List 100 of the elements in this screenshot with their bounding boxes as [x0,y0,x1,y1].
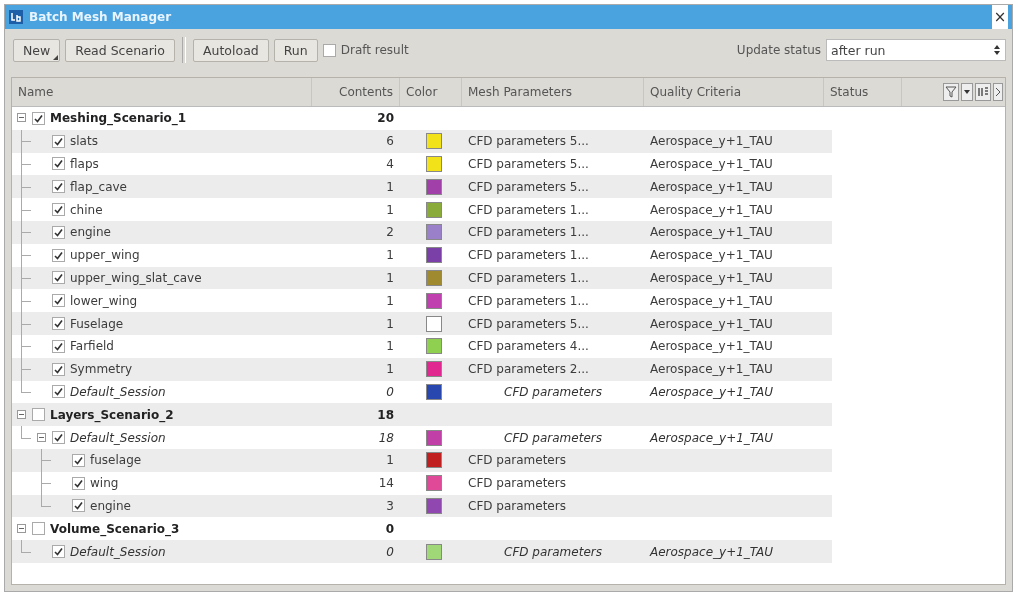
color-swatch[interactable] [426,315,442,332]
quality-criteria: Aerospace_y+1_TAU [650,339,773,354]
item-name[interactable]: lower_wing [70,293,138,308]
dropdown-icon[interactable] [961,83,973,101]
checkbox[interactable] [52,317,65,331]
quality-criteria: Aerospace_y+1_TAU [650,157,773,171]
toolbar-button[interactable]: Autoload [193,38,269,62]
item-name[interactable]: Symmetry [70,362,133,377]
column-header[interactable]: Contents [312,78,400,106]
contents-count: 0 [385,544,395,559]
item-name[interactable]: flaps [70,157,99,171]
item-name[interactable]: Farfield [70,339,114,354]
item-name[interactable]: chine [70,202,103,217]
item-name[interactable]: Meshing_Scenario_1 [50,111,187,126]
color-swatch[interactable] [426,269,442,286]
color-swatch[interactable] [426,429,442,446]
color-swatch[interactable] [426,497,442,514]
item-name[interactable]: upper_wing_slat_cave [70,270,202,285]
draft-result-label: Draft result [340,43,409,57]
item-name[interactable]: Fuselage [70,316,124,331]
checkbox[interactable] [52,157,65,171]
mesh-parameters: CFD parameters [468,476,566,491]
checkbox[interactable] [52,339,65,353]
item-name[interactable]: fuselage [90,453,142,468]
up-down-arrows-icon [993,44,1001,56]
color-swatch[interactable] [426,452,442,469]
collapse-icon[interactable] [17,113,26,123]
checkbox[interactable] [72,453,85,467]
column-header[interactable]: Name [12,78,312,106]
mesh-parameters: CFD parameters 2... [468,362,589,377]
contents-count: 1 [385,248,395,263]
mesh-parameters: CFD parameters 5... [468,134,589,149]
item-name[interactable]: Default_Session [70,384,166,399]
mesh-parameters: CFD parameters [468,453,566,468]
contents-count: 1 [385,270,395,285]
color-swatch[interactable] [426,224,442,241]
checkbox[interactable] [52,431,65,445]
contents-count: 6 [385,134,395,149]
checkbox[interactable] [52,271,65,285]
checkbox[interactable] [52,225,65,239]
color-swatch[interactable] [426,156,442,172]
window-title: Batch Mesh Manager [29,10,173,24]
contents-count: 1 [385,293,395,308]
color-swatch[interactable] [426,543,442,560]
collapse-icon[interactable] [37,432,46,442]
checkbox[interactable] [32,408,45,422]
mesh-parameters: CFD parameters 4... [468,339,589,354]
mesh-parameters: CFD parameters [504,384,602,399]
item-name[interactable]: slats [70,134,98,149]
checkbox[interactable] [72,476,85,490]
item-name[interactable]: Layers_Scenario_2 [50,407,174,422]
color-swatch[interactable] [426,178,442,195]
checkbox[interactable] [52,294,65,308]
checkbox[interactable] [322,43,336,57]
color-swatch[interactable] [426,475,442,492]
contents-count: 1 [385,339,395,354]
checkbox[interactable] [52,385,65,399]
column-header[interactable]: Quality Criteria [644,78,824,106]
toolbar-button[interactable]: New [13,38,61,62]
column-header[interactable]: Color [400,78,462,106]
checkbox[interactable] [72,499,85,513]
item-name[interactable]: engine [90,498,131,513]
checkbox[interactable] [52,203,65,217]
column-header[interactable]: Status [824,78,902,106]
checkbox[interactable] [52,248,65,262]
color-swatch[interactable] [426,292,442,309]
chevron-right-icon[interactable] [993,83,1003,101]
item-name[interactable]: wing [90,476,119,491]
color-swatch[interactable] [426,201,442,218]
quality-criteria: Aerospace_y+1_TAU [650,430,774,445]
color-swatch[interactable] [426,383,442,400]
collapse-icon[interactable] [17,409,26,419]
item-name[interactable]: engine [70,225,111,240]
checkbox[interactable] [32,111,45,125]
item-name[interactable]: upper_wing [70,248,140,263]
checkbox[interactable] [52,180,65,194]
checkbox[interactable] [32,522,45,536]
item-name[interactable]: Default_Session [70,544,166,559]
toolbar-button[interactable]: Run [273,38,318,62]
checkbox[interactable] [52,362,65,376]
checkbox[interactable] [52,545,65,559]
item-name[interactable]: Default_Session [70,430,166,445]
close-button[interactable]: × [992,5,1008,29]
columns-icon[interactable] [975,83,991,101]
update-status-dropdown[interactable]: after run [826,39,1006,61]
mesh-parameters: CFD parameters 1... [468,225,589,240]
contents-count: 1 [385,316,395,331]
toolbar-button[interactable]: Read Scenario [65,38,175,62]
contents-count: 4 [385,157,395,171]
contents-count: 1 [385,202,395,217]
color-swatch[interactable] [426,361,442,378]
column-header[interactable]: Mesh Parameters [462,78,644,106]
checkbox[interactable] [52,134,65,148]
item-name[interactable]: flap_cave [70,179,127,194]
color-swatch[interactable] [426,133,442,150]
color-swatch[interactable] [426,247,442,264]
contents-count: 14 [377,476,395,491]
collapse-icon[interactable] [17,523,26,533]
color-swatch[interactable] [426,338,442,355]
item-name[interactable]: Volume_Scenario_3 [50,521,180,536]
